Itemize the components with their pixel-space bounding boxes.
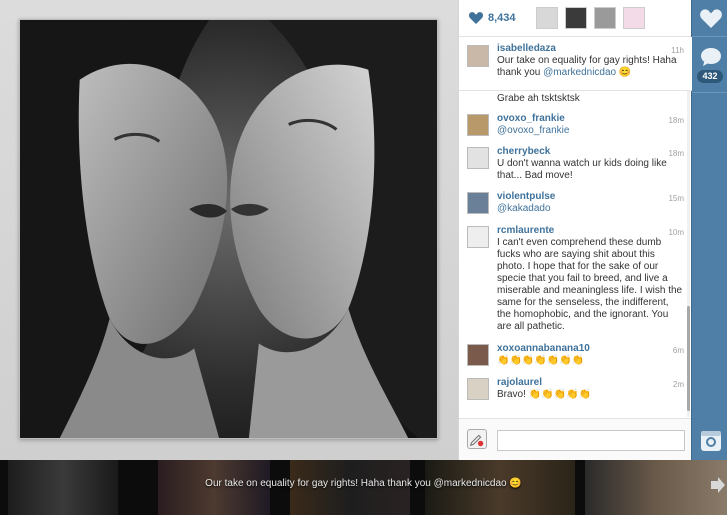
comment-text: I can't even comprehend these dumb fucks… xyxy=(497,237,683,332)
sidebar-divider xyxy=(692,36,727,37)
comment-username[interactable]: rajolaurel xyxy=(497,377,684,389)
liker-avatar[interactable] xyxy=(564,7,587,29)
comment-username[interactable]: rcmlaurente xyxy=(497,225,684,237)
comment-scrollbar[interactable] xyxy=(687,91,690,417)
action-sidebar: 432 xyxy=(691,0,727,460)
comment-time: 10m xyxy=(668,228,684,237)
comment-body: cherrybeck U don't wanna watch ur kids d… xyxy=(497,146,684,182)
photo-image xyxy=(20,20,437,438)
comment-input-bar xyxy=(459,418,692,460)
comment-text[interactable]: @kakadado xyxy=(497,203,551,214)
next-arrow-icon[interactable] xyxy=(708,476,726,494)
likes-count[interactable]: 8,434 xyxy=(488,12,516,24)
avatar[interactable] xyxy=(467,378,489,400)
comment-time: 18m xyxy=(668,116,684,125)
comment-username[interactable]: xoxoannabanana10 xyxy=(497,343,684,355)
comment-username[interactable]: cherrybeck xyxy=(497,146,684,158)
caption-emoji: 😊 xyxy=(618,67,632,78)
comment-body: violentpulse @kakadado xyxy=(497,191,684,215)
comment-time: 6m xyxy=(672,346,684,355)
list-item: Grabe ah tsktsktsk xyxy=(459,91,692,109)
comment-time: 18m xyxy=(668,149,684,158)
list-item: 2m rajolaurel Bravo! 👏👏👏👏👏 xyxy=(459,373,692,407)
comment-body: xoxoannabanana10 👏👏👏👏👏👏👏 xyxy=(497,343,684,367)
comment-username[interactable]: ovoxo_frankie xyxy=(497,113,684,125)
pen-icon xyxy=(469,434,484,447)
scrollbar-thumb[interactable] xyxy=(687,306,690,411)
comment-time: 15m xyxy=(668,194,684,203)
main-photo[interactable] xyxy=(19,19,438,439)
comment-body: rcmlaurente I can't even comprehend thes… xyxy=(497,225,684,333)
photo-area xyxy=(0,0,458,460)
list-item: 6m xoxoannabanana10 👏👏👏👏👏👏👏 xyxy=(459,339,692,373)
list-item: 10m rcmlaurente I can't even comprehend … xyxy=(459,221,692,339)
comment-text: Grabe ah tsktsktsk xyxy=(497,93,580,104)
comment-button[interactable] xyxy=(697,43,724,70)
list-item: 15m violentpulse @kakadado xyxy=(459,187,692,221)
self-avatar xyxy=(467,429,487,449)
filmstrip-caption: Our take on equality for gay rights! Hah… xyxy=(205,478,522,489)
comment-body: rajolaurel Bravo! 👏👏👏👏👏 xyxy=(497,377,684,401)
liker-avatar[interactable] xyxy=(622,7,645,29)
comment-input[interactable] xyxy=(497,430,685,451)
list-item: 18m ovoxo_frankie @ovoxo_frankie xyxy=(459,109,692,142)
avatar[interactable] xyxy=(467,192,489,214)
caption-time: 11h xyxy=(671,46,684,55)
comment-list[interactable]: Grabe ah tsktsktsk 18m ovoxo_frankie @ov… xyxy=(459,91,692,417)
likes-bar: 8,434 xyxy=(459,0,692,37)
avatar[interactable] xyxy=(467,45,489,67)
comment-panel: 8,434 11h isabelledaza Our take on equal… xyxy=(458,0,692,460)
comment-time: 2m xyxy=(672,380,684,389)
app-root: 8,434 11h isabelledaza Our take on equal… xyxy=(0,0,727,515)
caption-username[interactable]: isabelledaza xyxy=(497,43,684,55)
sidebar-divider xyxy=(692,92,727,93)
photo-caption: 11h isabelledaza Our take on equality fo… xyxy=(459,37,692,91)
comment-text: Bravo! 👏👏👏👏👏 xyxy=(497,389,591,400)
like-button[interactable] xyxy=(697,5,724,32)
avatar[interactable] xyxy=(467,344,489,366)
comment-body: ovoxo_frankie @ovoxo_frankie xyxy=(497,113,684,137)
caption-body: isabelledaza Our take on equality for ga… xyxy=(497,43,684,79)
list-item: 18m cherrybeck U don't wanna watch ur ki… xyxy=(459,142,692,187)
avatar[interactable] xyxy=(467,114,489,136)
comment-username[interactable]: violentpulse xyxy=(497,191,684,203)
heart-icon xyxy=(699,8,722,28)
instagram-button[interactable] xyxy=(697,427,724,454)
speech-bubble-icon xyxy=(700,47,721,66)
avatar[interactable] xyxy=(467,226,489,248)
liker-avatar[interactable] xyxy=(535,7,558,29)
comment-text[interactable]: @ovoxo_frankie xyxy=(497,125,569,136)
liker-avatar[interactable] xyxy=(593,7,616,29)
comment-text: U don't wanna watch ur kids doing like t… xyxy=(497,158,667,181)
heart-icon[interactable] xyxy=(469,12,483,24)
comment-count-badge: 432 xyxy=(697,70,723,83)
avatar[interactable] xyxy=(467,147,489,169)
caption-mention[interactable]: @markednicdao xyxy=(543,67,616,78)
comment-text: 👏👏👏👏👏👏👏 xyxy=(497,355,585,366)
camera-icon xyxy=(700,430,721,451)
